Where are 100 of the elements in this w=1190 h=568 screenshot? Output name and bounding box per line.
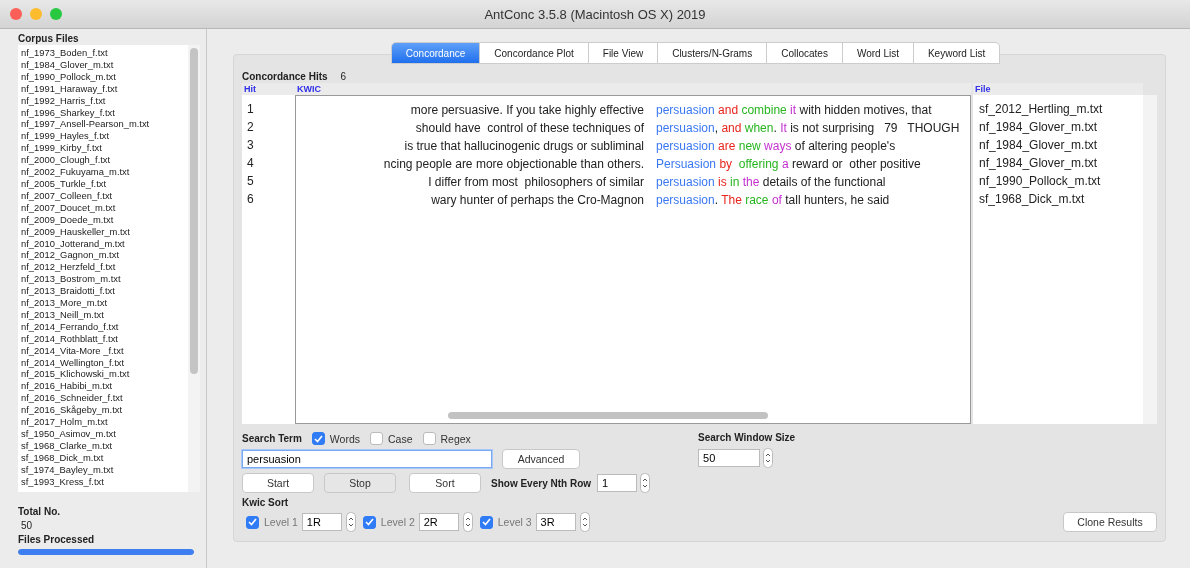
tab[interactable]: Clusters/N-Grams — [658, 42, 768, 64]
file-item[interactable]: nf_2013_Bostrom_m.txt — [21, 273, 185, 286]
checkbox-label: Level 1 — [264, 516, 298, 528]
sort-level-field[interactable]: 2R — [418, 513, 459, 531]
left-context: wary hunter of perhaps the Cro-Magnon — [430, 193, 644, 207]
file-item[interactable]: nf_1997_Ansell-Pearson_m.txt — [21, 118, 185, 131]
file-name: nf_1984_Glover_m.txt — [979, 138, 1098, 152]
file-name: nf_1984_Glover_m.txt — [979, 120, 1098, 134]
file-item[interactable]: sf_1993_Kress_f.txt — [21, 475, 185, 488]
nth-row-field[interactable]: 1 — [597, 474, 637, 492]
tab[interactable]: Keyword List — [913, 42, 1001, 64]
clone-results-button[interactable]: Clone Results — [1063, 512, 1157, 532]
checkbox[interactable] — [311, 432, 325, 445]
action-button[interactable]: Start — [242, 473, 314, 493]
file-item[interactable]: nf_2007_Colleen_f.txt — [21, 189, 185, 202]
tab[interactable]: Concordance Plot — [480, 42, 589, 64]
stepper-icon[interactable] — [763, 448, 773, 468]
file-item[interactable]: nf_2012_Herzfeld_f.txt — [21, 261, 185, 274]
tab[interactable]: Concordance — [390, 42, 481, 64]
search-field[interactable]: persuasion — [242, 450, 492, 468]
file-item[interactable]: nf_2014_Vita-More _f.txt — [21, 344, 185, 357]
file-item[interactable]: nf_2002_Fukuyama_m.txt — [21, 166, 185, 178]
tab[interactable]: Collocates — [767, 42, 843, 64]
window-title: AntConc 3.5.8 (Macintosh OS X) 2019 — [484, 6, 706, 22]
file-item[interactable]: nf_1996_Sharkey_f.txt — [21, 106, 185, 119]
file-item[interactable]: nf_1973_Boden_f.txt — [21, 47, 185, 59]
checkbox[interactable] — [479, 515, 493, 529]
file-item[interactable]: nf_2016_Schneider_f.txt — [21, 392, 185, 405]
left-context: I differ from most philosophers of similar — [427, 175, 644, 189]
file-item[interactable]: nf_2015_Klichowski_m.txt — [21, 368, 185, 381]
checkbox-label: Level 3 — [497, 516, 532, 528]
checkbox[interactable] — [422, 432, 436, 445]
file-item[interactable]: nf_1991_Haraway_f.txt — [21, 82, 185, 95]
file-item[interactable]: nf_2009_Hauskeller_m.txt — [21, 225, 185, 238]
checkbox-label: Case — [388, 432, 413, 445]
file-item[interactable]: nf_1984_Glover_m.txt — [21, 58, 185, 71]
file-item[interactable]: nf_2014_Rothblatt_f.txt — [21, 332, 185, 345]
checkbox[interactable] — [370, 432, 383, 445]
file-item[interactable]: nf_2017_Holm_m.txt — [21, 416, 185, 428]
file-item[interactable]: nf_1992_Harris_f.txt — [21, 94, 185, 107]
tab[interactable]: File View — [588, 42, 659, 64]
stepper-icon[interactable] — [579, 512, 590, 532]
file-item[interactable]: nf_2007_Doucet_m.txt — [21, 201, 185, 214]
window-size-field[interactable]: 50 — [698, 449, 760, 467]
window-size-label: Search Window Size — [698, 432, 796, 443]
stepper-icon[interactable] — [462, 512, 473, 532]
file-item[interactable]: nf_2013_Braidotti_f.txt — [21, 285, 185, 298]
search-term-label: Search Term — [242, 433, 302, 444]
stepper-icon[interactable] — [640, 473, 650, 493]
file-item[interactable]: nf_2012_Gagnon_m.txt — [21, 249, 185, 262]
file-item[interactable]: nf_2014_Ferrando_f.txt — [21, 320, 185, 333]
column-header[interactable]: KWIC — [295, 83, 971, 95]
file-item[interactable]: nf_1990_Pollock_m.txt — [21, 70, 185, 83]
total-value: 50 — [20, 520, 34, 531]
right-context: persuasion is in the details of the functional — [656, 175, 886, 189]
scrollbar-track[interactable] — [1143, 95, 1157, 424]
file-item[interactable]: sf_1968_Dick_m.txt — [21, 451, 185, 464]
file-item[interactable]: nf_2010_Jotterand_m.txt — [21, 237, 185, 250]
file-item[interactable]: sf_1974_Bayley_m.txt — [21, 463, 185, 476]
processed-label: Files Processed — [18, 534, 96, 545]
file-item[interactable]: sf_1950_Asimov_m.txt — [21, 428, 185, 440]
left-context: ncing people are more objectionable than others. — [382, 157, 644, 171]
tab[interactable]: Word List — [842, 42, 914, 64]
right-context: persuasion. The race of tall hunters, he said — [656, 193, 890, 207]
hit-number: 1 — [247, 102, 254, 116]
column-header[interactable]: File — [973, 83, 1143, 95]
scrollbar-thumb[interactable] — [448, 412, 768, 419]
left-context: should have control of these techniques of — [414, 121, 644, 135]
stepper-icon[interactable] — [345, 512, 356, 532]
checkbox[interactable] — [246, 515, 259, 529]
right-context: persuasion and combine it with hidden motives, that — [656, 103, 932, 117]
scrollbar-thumb[interactable] — [190, 48, 198, 374]
checkbox-label: Level 2 — [380, 516, 415, 528]
sort-level-field[interactable]: 3R — [535, 513, 576, 531]
nth-row-label: Show Every Nth Row — [491, 477, 591, 489]
hit-number: 2 — [247, 120, 254, 134]
file-item[interactable]: nf_2016_Habibi_m.txt — [21, 380, 185, 393]
kwic-sort-label: Kwic Sort — [242, 497, 290, 508]
left-context: more persuasive. If you take highly effective — [409, 103, 644, 117]
file-name: nf_1984_Glover_m.txt — [979, 156, 1098, 170]
file-item[interactable]: nf_2005_Turkle_f.txt — [21, 177, 185, 190]
file-item[interactable]: nf_1999_Hayles_f.txt — [21, 130, 185, 143]
right-context: Persuasion by offering a reward or other positive — [656, 157, 921, 171]
file-name: sf_2012_Hertling_m.txt — [979, 102, 1103, 116]
hits-label: Concordance Hits — [242, 70, 328, 82]
file-item[interactable]: nf_2013_More_m.txt — [21, 297, 185, 309]
advanced-button[interactable]: Advanced — [502, 449, 580, 469]
column-header[interactable]: Hit — [242, 83, 295, 95]
file-item[interactable]: nf_2014_Wellington_f.txt — [21, 356, 185, 369]
file-item[interactable]: nf_2009_Doede_m.txt — [21, 213, 185, 226]
sort-level-field[interactable]: 1R — [301, 513, 342, 531]
action-button[interactable]: Sort — [409, 473, 481, 493]
file-item[interactable]: nf_1999_Kirby_f.txt — [21, 142, 185, 155]
file-item[interactable]: nf_2013_Neill_m.txt — [21, 308, 185, 321]
checkbox[interactable] — [362, 515, 376, 529]
file-name: sf_1968_Dick_m.txt — [979, 192, 1085, 206]
file-item[interactable]: nf_2016_Skågeby_m.txt — [21, 404, 185, 417]
close-button[interactable] — [10, 8, 22, 20]
file-item[interactable]: nf_2000_Clough_f.txt — [21, 154, 185, 167]
file-item[interactable]: sf_1968_Clarke_m.txt — [21, 439, 185, 452]
